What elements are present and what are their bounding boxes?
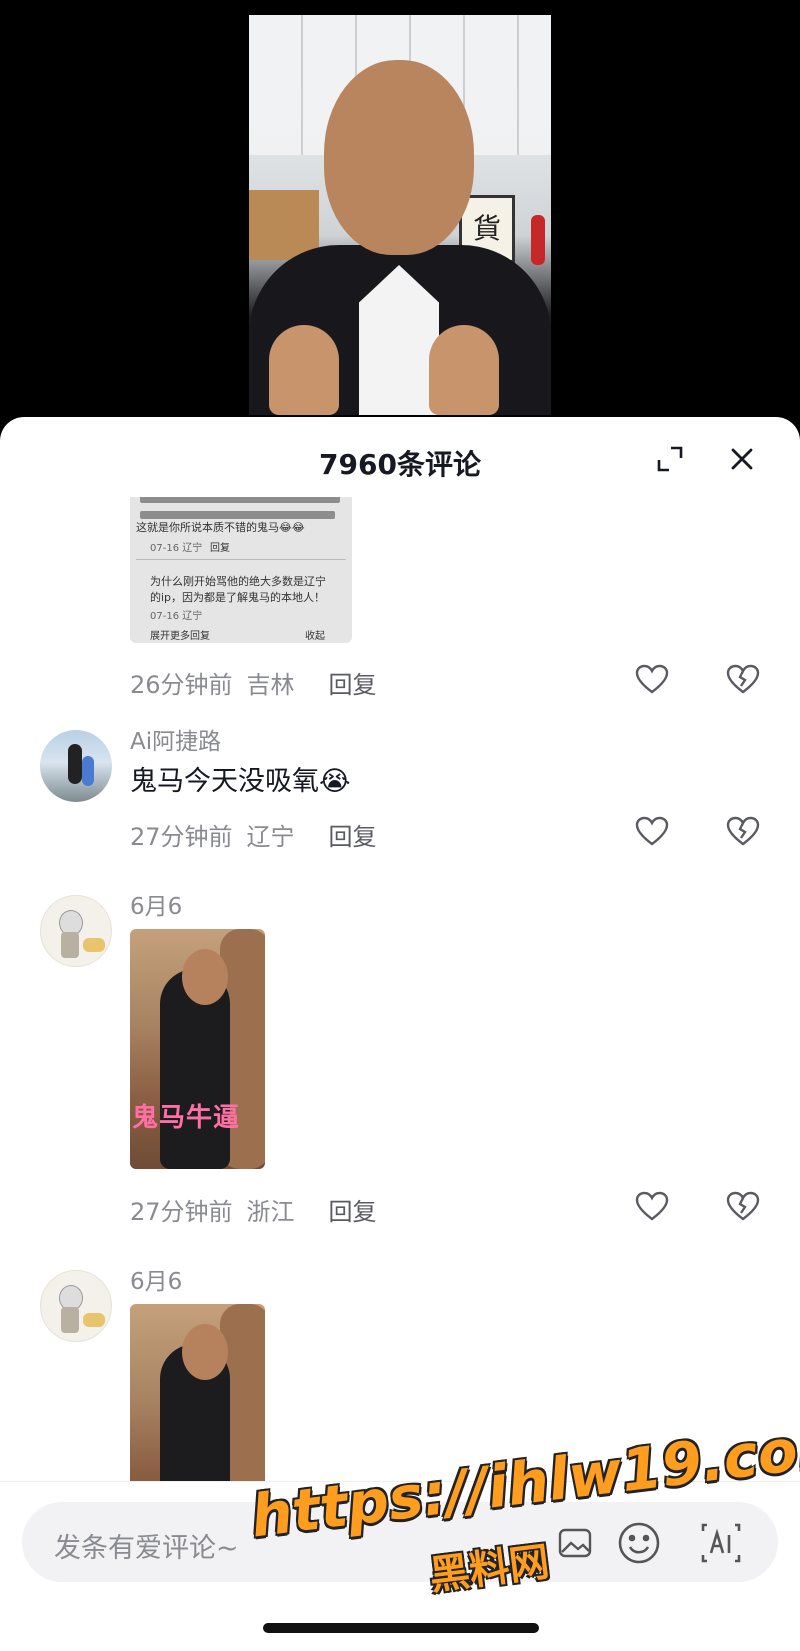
comment-location: 辽宁	[246, 823, 295, 851]
dislike-button[interactable]	[723, 811, 763, 851]
comment-input-placeholder: 发条有爱评论~	[54, 1533, 239, 1564]
comment-input-bar: 发条有爱评论~ https://ihlw19.com 黑料网	[0, 1409, 800, 1651]
watermark-name: 黑料网	[427, 1539, 552, 1600]
comment-time: 26分钟前	[130, 671, 233, 699]
broken-heart-icon	[726, 1191, 760, 1221]
comment-username[interactable]: 6月6	[130, 1262, 182, 1296]
screenshot-line-8: 收起	[305, 631, 325, 642]
comment-meme-image[interactable]: 鬼马牛逼	[130, 929, 265, 1169]
comment-sheet-header: 7960条评论	[0, 417, 800, 497]
like-button[interactable]	[632, 811, 672, 851]
screenshot-line-6: 07-16 辽宁	[150, 611, 203, 622]
dislike-button[interactable]	[723, 1186, 763, 1226]
screenshot-line-2: 07-16 辽宁	[150, 543, 203, 554]
screenshot-line-7: 展开更多回复	[150, 631, 210, 642]
reply-button[interactable]: 回复	[329, 817, 377, 852]
avatar[interactable]	[40, 730, 112, 802]
meme-caption: 鬼马牛逼	[132, 1103, 241, 1133]
comment-text: 鬼马今天没吸氧😭	[130, 766, 351, 797]
screenshot-line-3: 回复	[210, 543, 230, 554]
like-button[interactable]	[632, 659, 672, 699]
comment-time: 27分钟前	[130, 1198, 233, 1226]
heart-icon	[635, 816, 669, 846]
avatar[interactable]	[40, 1270, 112, 1342]
dislike-button[interactable]	[723, 659, 763, 699]
video-person-hand-right	[429, 325, 499, 415]
comment-username[interactable]: 6月6	[130, 887, 182, 921]
video-player[interactable]: 貨	[249, 15, 551, 415]
expand-button[interactable]	[650, 439, 690, 479]
broken-heart-icon	[726, 664, 760, 694]
screenshot-line-1: 这就是你所说本质不错的鬼马😂😂	[136, 521, 305, 534]
close-icon	[731, 448, 753, 470]
comment-meme-image[interactable]	[130, 1304, 265, 1497]
reply-button[interactable]: 回复	[329, 1192, 377, 1227]
like-button[interactable]	[632, 1186, 672, 1226]
comment-sheet: 7960条评论 这就是你所说本质不错的鬼马😂😂 07-16 辽宁 回复 为什么刚…	[0, 417, 800, 1651]
heart-icon	[635, 664, 669, 694]
close-button[interactable]	[722, 439, 762, 479]
broken-heart-icon	[726, 816, 760, 846]
comment-meta: 26分钟前 吉林 回复	[130, 665, 377, 700]
comment-time: 27分钟前	[130, 823, 233, 851]
comment-screenshot-image[interactable]: 这就是你所说本质不错的鬼马😂😂 07-16 辽宁 回复 为什么刚开始骂他的绝大多…	[130, 497, 352, 643]
comment-meta: 27分钟前 辽宁 回复	[130, 817, 377, 852]
comment-list[interactable]: 这就是你所说本质不错的鬼马😂😂 07-16 辽宁 回复 为什么刚开始骂他的绝大多…	[0, 497, 800, 1497]
video-chinese-knot	[531, 215, 545, 265]
comment-meta: 27分钟前 浙江 回复	[130, 1192, 377, 1227]
home-indicator[interactable]	[263, 1623, 539, 1633]
video-person-hand-left	[269, 325, 339, 415]
video-person-head	[324, 60, 474, 255]
comment-username[interactable]: Ai阿捷路	[130, 722, 221, 756]
screenshot-line-5: 的ip，因为都是了解鬼马的本地人！	[150, 591, 326, 604]
comment-location: 吉林	[246, 671, 295, 699]
comment-location: 浙江	[246, 1198, 295, 1226]
heart-icon	[635, 1191, 669, 1221]
avatar[interactable]	[40, 895, 112, 967]
reply-button[interactable]: 回复	[329, 665, 377, 700]
expand-icon	[657, 446, 683, 472]
screenshot-line-4: 为什么刚开始骂他的绝大多数是辽宁	[150, 575, 326, 588]
